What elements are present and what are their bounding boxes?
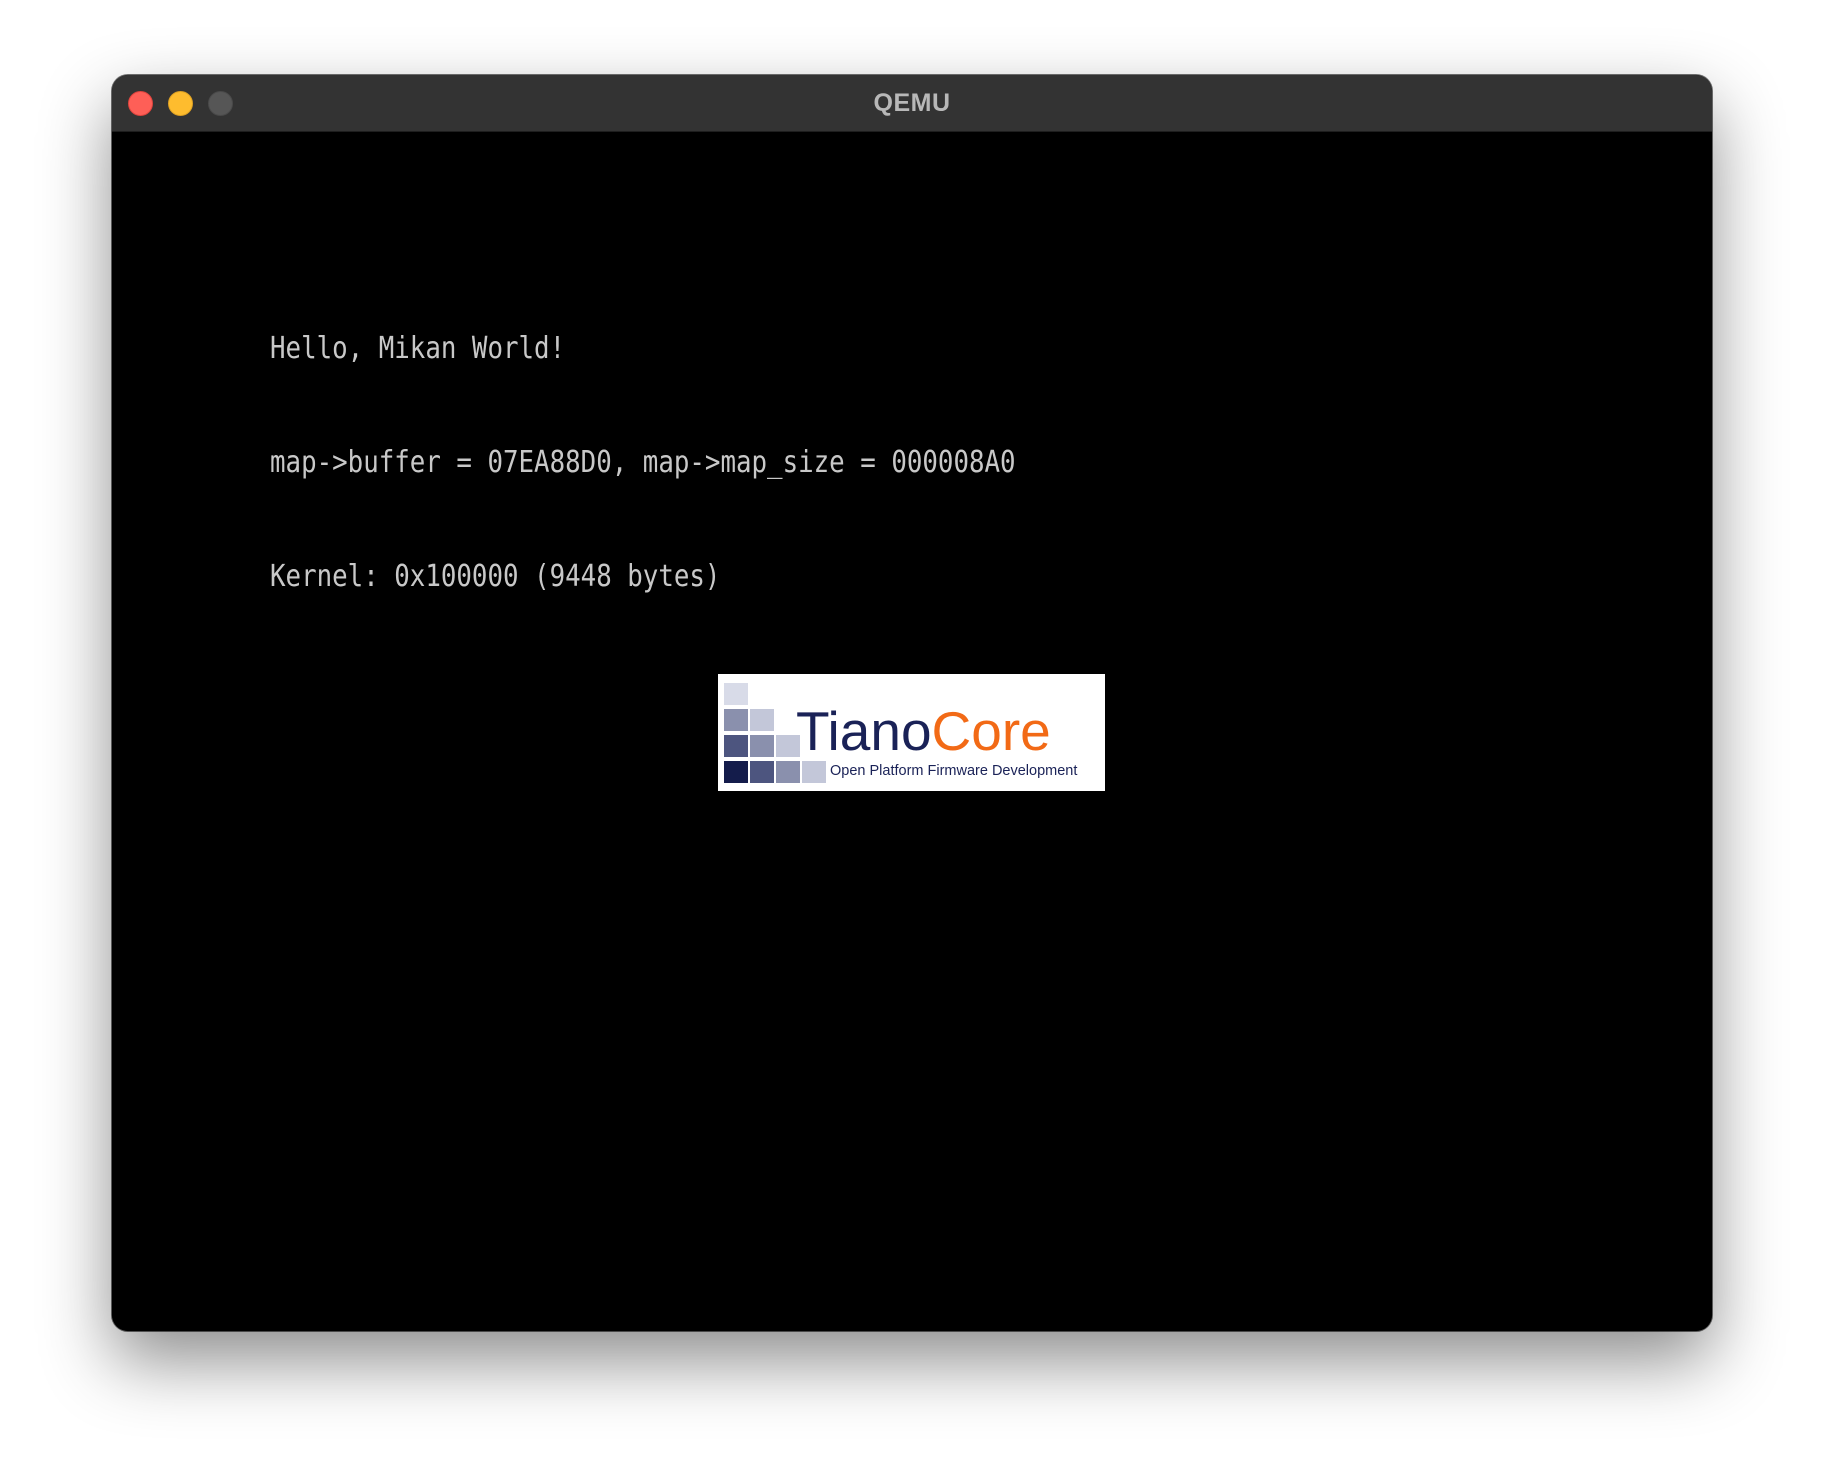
tianocore-logo: TianoCore Open Platform Firmware Develop… — [718, 674, 1105, 791]
console-line: map->buffer = 07EA88D0, map->map_size = … — [270, 445, 1016, 480]
logo-square — [724, 709, 748, 731]
logo-square — [802, 761, 826, 783]
emulator-screen[interactable]: Hello, Mikan World! map->buffer = 07EA88… — [112, 132, 1712, 1331]
logo-wordmark: TianoCore — [796, 700, 1051, 762]
logo-square — [724, 683, 748, 705]
console-output: Hello, Mikan World! map->buffer = 07EA88… — [270, 254, 1016, 672]
window-titlebar[interactable]: QEMU — [112, 75, 1712, 132]
logo-square — [750, 761, 774, 783]
console-line: Kernel: 0x100000 (9448 bytes) — [270, 559, 721, 594]
logo-square — [724, 735, 748, 757]
window-title: QEMU — [873, 89, 951, 117]
logo-brand-secondary: Core — [932, 700, 1051, 762]
qemu-window: QEMU Hello, Mikan World! map->buffer = 0… — [112, 75, 1712, 1331]
logo-square — [724, 761, 748, 783]
console-line: Hello, Mikan World! — [270, 331, 566, 366]
tianocore-logo-graphic: TianoCore Open Platform Firmware Develop… — [724, 683, 1077, 783]
logo-square — [776, 761, 800, 783]
logo-square — [750, 735, 774, 757]
logo-tagline: Open Platform Firmware Development — [830, 763, 1077, 779]
logo-square — [750, 709, 774, 731]
logo-brand-primary: Tiano — [796, 700, 932, 762]
